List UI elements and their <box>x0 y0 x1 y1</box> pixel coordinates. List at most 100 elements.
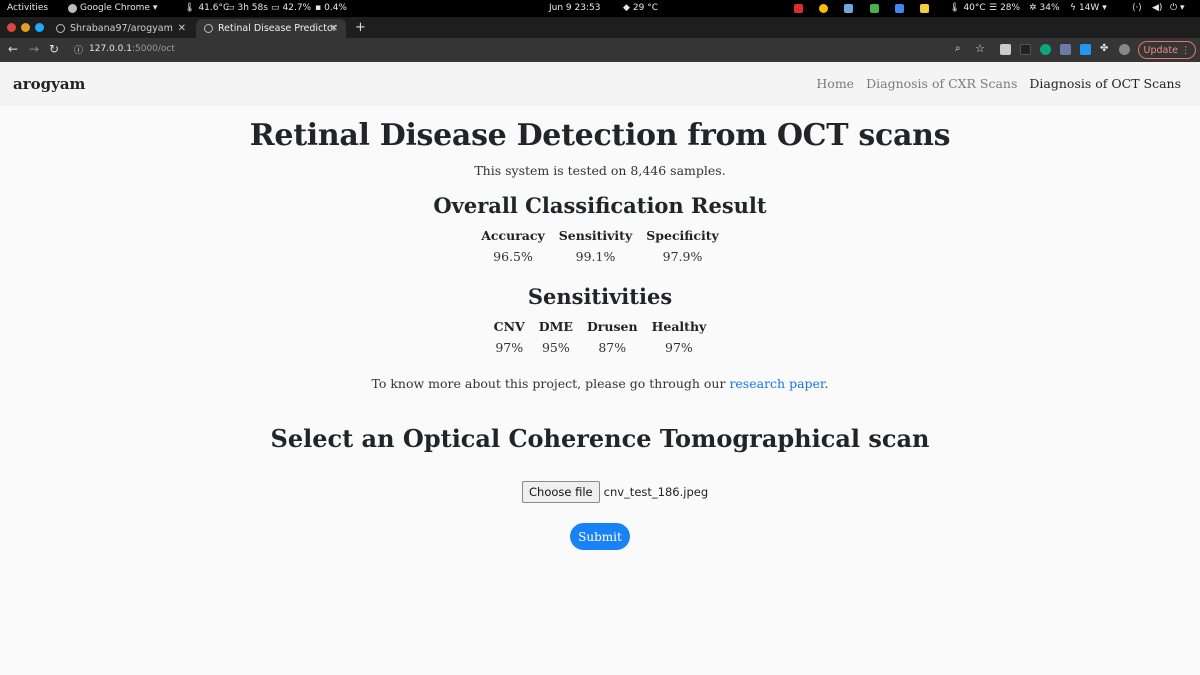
update-label: Update <box>1143 44 1178 56</box>
power-menu-icon[interactable]: ⏻ ▾ <box>1170 3 1185 13</box>
research-paper-link[interactable]: research paper <box>729 376 824 391</box>
navbar: arogyam Home Diagnosis of CXR Scans Diag… <box>0 62 1200 106</box>
stat-value: 96.5% <box>493 249 533 264</box>
stat-specificity: Specificity 97.9% <box>639 228 726 264</box>
bookmark-star-icon[interactable]: ☆ <box>975 42 985 55</box>
clock-label: Jun 9 23:53 <box>549 3 601 13</box>
stat-label: Accuracy <box>481 228 545 243</box>
tray-icon-red[interactable] <box>794 4 803 13</box>
sens-healthy: Healthy 97% <box>645 319 714 355</box>
tab-label: Shrabana97/arogyam <box>70 23 173 34</box>
disk-indicator: ☰ 28% <box>989 3 1020 13</box>
new-tab-icon[interactable]: + <box>355 20 366 35</box>
extension-icon[interactable] <box>1080 44 1091 55</box>
weather-icon: ◆ <box>623 3 630 13</box>
network-icon[interactable]: ⟨·⟩ <box>1132 3 1142 13</box>
address-bar[interactable]: 127.0.0.1:5000/oct <box>89 44 175 54</box>
globe-icon <box>204 24 213 33</box>
weather-value: 29 °C <box>632 3 659 13</box>
stat-label: DME <box>538 319 573 334</box>
power-indicator[interactable]: ϟ 14W ▾ <box>1070 3 1107 13</box>
tray-mail-icon[interactable] <box>895 4 904 13</box>
overall-stats: Accuracy 96.5% Sensitivity 99.1% Specifi… <box>0 228 1200 264</box>
app-menu[interactable]: Google Chrome ▾ <box>68 3 157 13</box>
update-button[interactable]: Update ⋮ <box>1138 41 1196 59</box>
tray-chrome-icon[interactable] <box>819 4 828 13</box>
puzzle-icon[interactable]: ✤ <box>1100 43 1108 54</box>
stat-value: 99.1% <box>575 249 616 264</box>
memory-value: 42.7% <box>282 3 312 13</box>
close-icon[interactable]: ✕ <box>330 23 338 34</box>
nav-home[interactable]: Home <box>816 76 854 91</box>
cpu-temp-indicator: 🌡 41.6°C <box>184 3 229 13</box>
sens-cnv: CNV 97% <box>487 319 532 355</box>
clock[interactable]: Jun 9 23:53 <box>549 3 600 13</box>
stat-value: 87% <box>598 340 627 355</box>
disk-value: 28% <box>1000 3 1021 13</box>
page-subtitle: This system is tested on 8,446 samples. <box>474 163 726 178</box>
weather-indicator: ◆ 29 °C <box>623 3 658 13</box>
gpu-temp-value: 40°C <box>963 3 986 13</box>
memory-icon: ▭ <box>271 3 280 13</box>
reload-icon[interactable]: ↻ <box>49 42 59 56</box>
fan-icon: ✲ <box>1029 3 1037 13</box>
url-host: 127.0.0.1 <box>89 44 132 54</box>
tray-notes-icon[interactable] <box>920 4 929 13</box>
app-menu-label: Google Chrome <box>80 3 150 13</box>
nav-links: Home Diagnosis of CXR Scans Diagnosis of… <box>816 76 1181 91</box>
volume-icon[interactable]: ◀) <box>1152 3 1162 13</box>
window-minimize-icon[interactable] <box>21 23 30 32</box>
activities-button[interactable]: Activities <box>7 3 48 13</box>
back-arrow-icon[interactable]: ← <box>8 42 18 56</box>
swap-value: 0.4% <box>324 3 347 13</box>
select-scan-heading: Select an Optical Coherence Tomographica… <box>270 424 930 453</box>
sens-drusen: Drusen 87% <box>580 319 645 355</box>
avatar[interactable] <box>1119 44 1130 55</box>
extension-icon[interactable] <box>1000 44 1011 55</box>
more-vert-icon: ⋮ <box>1180 44 1191 56</box>
os-top-bar: Activities Google Chrome ▾ 🌡 41.6°C ▭ 3h 5… <box>0 0 1200 17</box>
nav-oct[interactable]: Diagnosis of OCT Scans <box>1029 76 1181 91</box>
page-title: Retinal Disease Detection from OCT scans <box>249 118 951 153</box>
close-icon[interactable]: ✕ <box>178 23 186 34</box>
research-note: To know more about this project, please … <box>0 376 1200 391</box>
stat-label: Healthy <box>651 319 707 334</box>
stat-accuracy: Accuracy 96.5% <box>474 228 552 264</box>
file-upload: Choose file cnv_test_186.jpeg <box>522 481 708 503</box>
activities-label: Activities <box>7 3 49 13</box>
tray-doc-icon[interactable] <box>844 4 853 13</box>
github-icon <box>56 24 65 33</box>
extension-icon[interactable] <box>1020 44 1031 55</box>
stat-label: Specificity <box>646 228 719 243</box>
choose-file-button[interactable]: Choose file <box>522 481 600 503</box>
submit-button[interactable]: Submit <box>570 523 630 550</box>
extension-icon[interactable] <box>1040 44 1051 55</box>
tray-script-icon[interactable] <box>870 4 879 13</box>
forward-arrow-icon[interactable]: → <box>29 42 39 56</box>
stat-label: Sensitivity <box>558 228 633 243</box>
lightning-icon: ϟ <box>1070 3 1076 13</box>
memory-indicator: ▭ 42.7% <box>271 3 311 13</box>
zoom-icon[interactable]: ⌕ <box>955 43 961 54</box>
sensitivity-stats: CNV 97% DME 95% Drusen 87% Healthy 97% <box>0 319 1200 355</box>
window-maximize-icon[interactable] <box>35 23 44 32</box>
note-suffix: . <box>824 376 829 391</box>
fan-value: 34% <box>1039 3 1060 13</box>
browser-tab-strip: Shrabana97/arogyam ✕ Retinal Disease Pre… <box>0 17 1200 38</box>
window-close-icon[interactable] <box>7 23 16 32</box>
tab-github[interactable]: Shrabana97/arogyam ✕ <box>48 19 194 38</box>
brand-logo[interactable]: arogyam <box>13 75 85 93</box>
tab-retinal-predictor[interactable]: Retinal Disease Predictor ✕ <box>196 19 346 38</box>
chrome-icon <box>68 3 77 13</box>
swap-indicator: ▪ 0.4% <box>315 3 347 13</box>
stat-label: Drusen <box>586 319 638 334</box>
gpu-temp-indicator: 🌡 40°C <box>949 3 986 13</box>
info-icon[interactable]: ⓘ <box>74 43 83 56</box>
caret-down-icon: ▾ <box>152 3 158 13</box>
swap-icon: ▪ <box>315 3 322 13</box>
extension-icon[interactable] <box>1060 44 1071 55</box>
cpu-temp-value: 41.6°C <box>198 3 230 13</box>
overall-heading: Overall Classification Result <box>433 193 767 218</box>
web-page: arogyam Home Diagnosis of CXR Scans Diag… <box>0 62 1200 675</box>
nav-cxr[interactable]: Diagnosis of CXR Scans <box>866 76 1017 91</box>
